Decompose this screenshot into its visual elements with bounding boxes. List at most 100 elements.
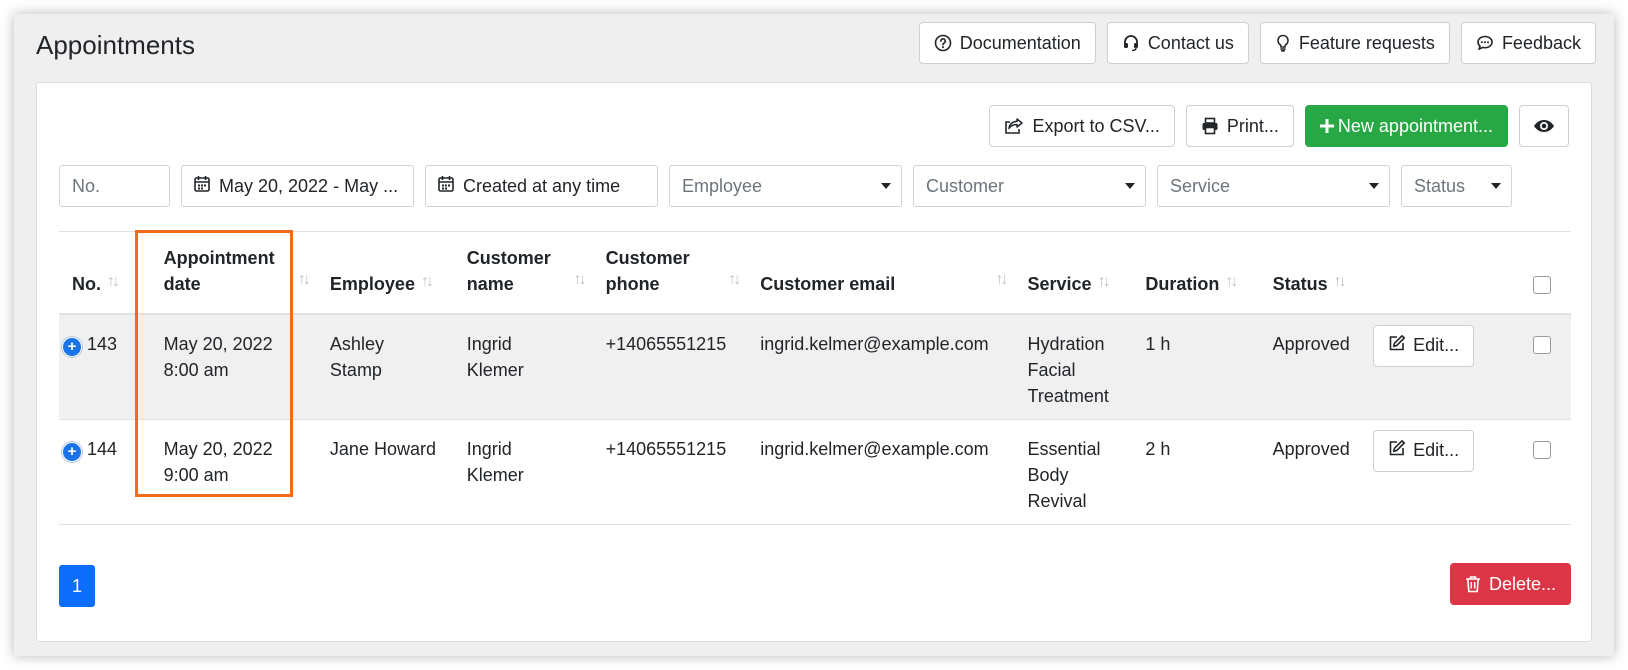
delete-button[interactable]: Delete... [1449,563,1571,605]
cell-customer-email: ingrid.kelmer@example.com [750,313,1018,420]
caret-down-icon [1369,183,1379,189]
sort-icon: ↑↓ [1225,272,1238,290]
service-select-placeholder: Service [1170,175,1231,196]
column-header-status[interactable]: Status ↑↓ [1262,231,1374,315]
trash-icon [1465,575,1481,593]
caret-down-icon [881,183,891,189]
export-csv-label: Export to CSV... [1032,115,1160,136]
delete-label: Delete... [1488,573,1556,594]
cell-duration: 2 h [1135,419,1263,525]
cell-no: +144 [59,419,152,525]
number-filter-input[interactable]: No. [59,165,170,207]
cell-customer-phone: +14065551215 [595,313,751,420]
caret-down-icon [1125,183,1135,189]
new-appointment-button[interactable]: New appointment... [1304,105,1508,147]
sort-icon: ↑↓ [728,270,741,288]
action-toolbar: Export to CSV... Print... New appointmen… [989,105,1569,147]
column-header-customer-phone[interactable]: Customer phone ↑↓ [595,231,751,315]
column-header-appointment-date[interactable]: Appointment date ↑↓ [151,231,320,315]
status-select-placeholder: Status [1414,175,1466,196]
calendar-icon [438,175,463,197]
print-button[interactable]: Print... [1185,105,1294,147]
feature-requests-button[interactable]: Feature requests [1259,22,1450,64]
number-filter-placeholder: No. [72,175,101,196]
page-title: Appointments [36,30,195,60]
status-select[interactable]: Status [1401,165,1512,207]
column-header-duration[interactable]: Duration ↑↓ [1135,231,1263,315]
row-select-checkbox[interactable] [1533,440,1551,459]
expand-row-icon[interactable]: + [63,337,81,356]
caret-down-icon [1491,183,1501,189]
cell-employee: Jane Howard [319,419,457,525]
column-header-actions [1373,231,1531,315]
question-circle-icon [934,34,952,52]
documentation-label: Documentation [959,32,1081,53]
cell-actions: Edit... [1373,419,1531,525]
select-all-checkbox[interactable] [1533,275,1551,294]
cell-customer-name: Ingrid Klemer [456,419,596,525]
created-filter[interactable]: Created at any time [425,165,658,207]
date-range-filter[interactable]: May 20, 2022 - May ... [181,165,414,207]
created-value: Created at any time [463,175,621,196]
sort-icon: ↑↓ [1097,272,1111,290]
cell-appointment-date: May 20, 2022 8:00 am [151,313,320,420]
new-appointment-label: New appointment... [1337,115,1493,136]
customer-select[interactable]: Customer [913,165,1146,207]
sort-icon: ↑↓ [1333,272,1347,290]
edit-button[interactable]: Edit... [1373,429,1475,472]
row-select-checkbox[interactable] [1533,335,1551,354]
sort-icon: ↑↓ [297,270,311,288]
feedback-button[interactable]: Feedback [1460,22,1596,64]
eye-icon [1533,118,1555,134]
column-header-employee[interactable]: Employee ↑↓ [319,231,457,315]
chat-bubble-icon [1476,34,1494,52]
employee-select[interactable]: Employee [669,165,902,207]
cell-customer-name: Ingrid Klemer [456,313,596,420]
documentation-button[interactable]: Documentation [918,22,1096,64]
cell-status: Approved [1262,419,1374,525]
feedback-label: Feedback [1501,32,1581,53]
edit-icon [1388,439,1406,462]
app-window: Appointments Documentation Contact us Fe… [14,14,1614,656]
printer-icon [1201,117,1219,135]
sort-icon: ↑↓ [420,272,434,290]
column-header-customer-email[interactable]: Customer email ↑↓ [750,231,1018,315]
sort-icon: ↑↓ [573,270,587,288]
cell-appointment-date: May 20, 2022 9:00 am [151,419,320,525]
cell-service: Essential Body Revival [1017,419,1136,525]
column-header-service[interactable]: Service ↑↓ [1017,231,1136,315]
column-header-customer-name[interactable]: Customer name ↑↓ [456,231,596,315]
pagination-page-1[interactable]: 1 [59,565,95,607]
cell-select [1530,313,1571,420]
cell-actions: Edit... [1373,313,1531,420]
export-csv-button[interactable]: Export to CSV... [989,105,1175,147]
header-toolbar: Documentation Contact us Feature request… [918,22,1596,64]
cell-employee: Ashley Stamp [319,313,457,420]
cell-service: Hydration Facial Treatment [1017,313,1136,420]
cell-customer-phone: +14065551215 [595,419,751,525]
table-row: +144 May 20, 2022 9:00 am Jane Howard In… [59,419,1571,525]
cell-select [1530,419,1571,525]
appointments-table: No. ↑↓ Appointment date ↑↓ Employee ↑↓ Cus… [59,231,1571,525]
column-header-select [1530,231,1571,315]
calendar-icon [194,175,219,197]
contact-us-button[interactable]: Contact us [1106,22,1249,64]
column-visibility-button[interactable] [1519,105,1569,147]
appointments-panel: Export to CSV... Print... New appointmen… [36,82,1592,642]
customer-select-placeholder: Customer [926,175,1005,196]
cell-no: +143 [59,313,152,420]
plus-icon [1319,119,1334,133]
employee-select-placeholder: Employee [682,175,763,196]
headset-icon [1122,34,1140,52]
service-select[interactable]: Service [1157,165,1390,207]
cell-duration: 1 h [1135,313,1263,420]
sort-icon: ↑↓ [995,270,1009,288]
sort-icon: ↑↓ [107,272,120,290]
date-range-value: May 20, 2022 - May ... [219,175,399,196]
edit-button[interactable]: Edit... [1373,324,1475,367]
export-icon [1004,117,1024,135]
expand-row-icon[interactable]: + [63,442,81,461]
edit-icon [1388,334,1406,357]
column-header-no[interactable]: No. ↑↓ [59,231,152,315]
cell-status: Approved [1262,313,1374,420]
